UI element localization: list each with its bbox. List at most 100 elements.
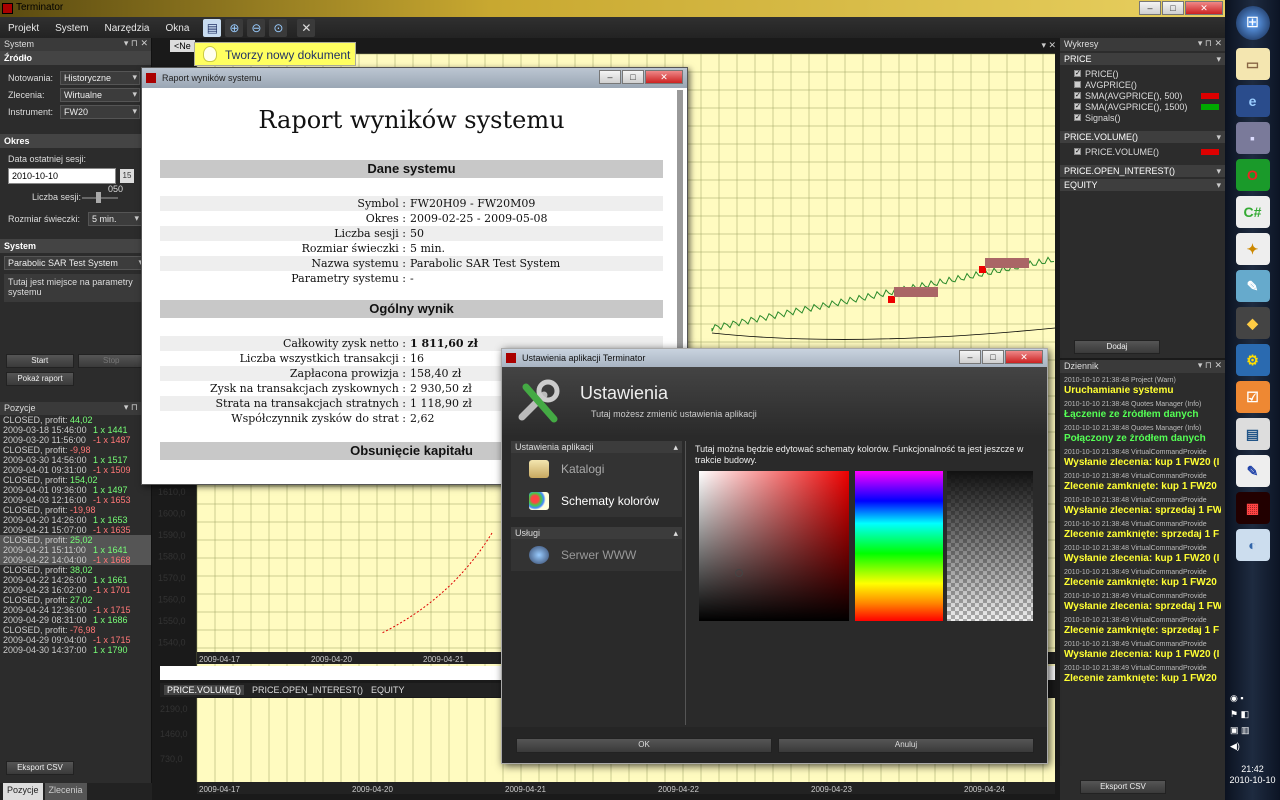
calendar-icon[interactable]: 15 [120, 168, 134, 183]
checkbox-icon[interactable]: ✓ [1074, 70, 1081, 77]
cancel-button[interactable]: Anuluj [778, 738, 1034, 753]
hue-slider[interactable] [855, 471, 943, 621]
checkbox-icon[interactable]: ✓ [1074, 114, 1081, 121]
series-item[interactable]: ✓ PRICE() [1060, 68, 1225, 79]
nav-item-schematy[interactable]: Schematy kolorów [511, 485, 682, 517]
panel-controls-icon[interactable]: ▾ ⊓ ✕ [124, 38, 148, 49]
position-item[interactable]: CLOSED, profit: 25,02 2009-04-21 15:11:00… [0, 535, 151, 565]
stop-button[interactable]: Stop [77, 354, 145, 368]
position-qty: 1 x 1661 [93, 575, 128, 585]
app-tool-icon[interactable]: ◆ [1235, 307, 1270, 339]
color-swatch[interactable] [1201, 103, 1219, 110]
instrument-select[interactable]: FW20 [60, 104, 140, 119]
internet-explorer-icon[interactable]: e [1235, 85, 1270, 117]
checkbox-icon[interactable]: ✓ [1074, 92, 1081, 99]
series-item[interactable]: ✓ SMA(AVGPRICE(), 500) [1060, 90, 1225, 101]
clock-time[interactable]: 21:42 [1225, 764, 1280, 775]
panel-controls-icon[interactable]: ▾ ⊓ ✕ [1198, 360, 1222, 371]
zoom-in-icon[interactable]: ⊕ [225, 19, 244, 37]
position-item[interactable]: CLOSED, profit: -19,98 2009-04-20 14:26:0… [0, 505, 151, 535]
nav-item-www[interactable]: Serwer WWW [511, 539, 682, 571]
position-qty: -1 x 1715 [93, 605, 131, 615]
ok-button[interactable]: OK [516, 738, 772, 753]
open-interest-header[interactable]: PRICE.OPEN_INTEREST() [1060, 165, 1225, 177]
zoom-fit-icon[interactable]: ⊙ [269, 19, 288, 37]
date-label: 2009-04-17 [199, 785, 240, 794]
close-icon[interactable]: ✕ [1005, 350, 1043, 364]
volume-header[interactable]: PRICE.VOLUME() [1060, 131, 1225, 143]
drawing-icon[interactable]: ✎ [1235, 455, 1270, 487]
nav-item-katalogi[interactable]: Katalogi [511, 453, 682, 485]
menu-okna[interactable]: Okna [158, 23, 198, 34]
chart-panel-controls-icon[interactable]: ▾ ✕ [1041, 40, 1056, 51]
add-button[interactable]: Dodaj [1074, 340, 1160, 354]
checkbox-icon[interactable] [1074, 81, 1081, 88]
position-item[interactable]: CLOSED, profit: 27,02 2009-04-24 12:36:00… [0, 595, 151, 625]
series-item[interactable]: AVGPRICE() [1060, 79, 1225, 90]
explorer-icon[interactable]: ▭ [1235, 48, 1270, 80]
subchart-tab[interactable]: PRICE.VOLUME() [164, 685, 245, 695]
document-tab[interactable]: <Ne [170, 40, 195, 52]
subchart-tab[interactable]: PRICE.OPEN_INTEREST() [252, 685, 363, 695]
alpha-slider[interactable] [947, 471, 1033, 621]
position-item[interactable]: CLOSED, profit: 154,02 2009-04-01 09:36:0… [0, 475, 151, 505]
dziennik-export-button[interactable]: Eksport CSV [1080, 780, 1166, 794]
tray-icons[interactable]: ◉ ▪ ⚑ ◧ ▣ ▥ ◀) [1230, 690, 1275, 754]
terminator-icon[interactable]: ▦ [1235, 492, 1270, 524]
show-report-button[interactable]: Pokaż raport [6, 372, 74, 386]
tab-pozycje[interactable]: Pozycje [3, 783, 43, 800]
nav-group-ustawienia[interactable]: Ustawienia aplikacji ▴ [511, 441, 682, 453]
zoom-out-icon[interactable]: ⊖ [247, 19, 266, 37]
position-item[interactable]: CLOSED, profit: -9,98 2009-03-30 14:56:00… [0, 445, 151, 475]
start-orb-icon[interactable]: ⊞ [1235, 6, 1270, 40]
checklist-icon[interactable]: ☑ [1235, 381, 1270, 413]
menu-system[interactable]: System [47, 23, 96, 34]
zlecenia-select[interactable]: Wirtualne [60, 87, 140, 102]
notepad-icon[interactable]: ✎ [1235, 270, 1270, 302]
start-button[interactable]: Start [6, 354, 74, 368]
series-item[interactable]: ✓ Signals() [1060, 112, 1225, 123]
position-item[interactable]: CLOSED, profit: 44,02 2009-03-18 15:46:00… [0, 415, 151, 445]
price-header[interactable]: PRICE [1060, 53, 1225, 65]
new-document-icon[interactable]: ▤ [203, 19, 222, 37]
position-item[interactable]: CLOSED, profit: 38,02 2009-04-22 14:26:00… [0, 565, 151, 595]
color-saturation-picker[interactable] [699, 471, 849, 621]
panel-controls-icon[interactable]: ▾ ⊓ ✕ [1198, 38, 1222, 49]
position-item[interactable]: CLOSED, profit: -76,98 2009-04-29 09:04:0… [0, 625, 151, 655]
series-item[interactable]: ✓ SMA(AVGPRICE(), 1500) [1060, 101, 1225, 112]
opera-icon[interactable]: O [1235, 159, 1270, 191]
minimize-icon[interactable]: – [599, 70, 621, 84]
document-icon[interactable]: ▤ [1235, 418, 1270, 450]
subchart-tab[interactable]: EQUITY [371, 685, 405, 695]
nav-group-uslugi[interactable]: Usługi ▴ [511, 527, 682, 539]
checkbox-icon[interactable]: ✓ [1074, 103, 1081, 110]
color-swatch[interactable] [1201, 148, 1219, 155]
checkbox-icon[interactable]: ✓ [1074, 148, 1081, 155]
close-icon[interactable]: ✕ [645, 70, 683, 84]
maximize-icon[interactable]: □ [1162, 1, 1184, 15]
paint-palette-icon[interactable]: ◐ [1235, 529, 1270, 561]
menu-projekt[interactable]: Projekt [0, 23, 47, 34]
data-sesji-input[interactable]: 2010-10-10 [8, 167, 116, 184]
save-disk-icon[interactable]: ▪ [1235, 122, 1270, 154]
settings-gears-icon[interactable]: ⚙ [1235, 344, 1270, 376]
maximize-icon[interactable]: □ [982, 350, 1004, 364]
csharp-icon[interactable]: C# [1235, 196, 1270, 228]
system-select[interactable]: Parabolic SAR Test System [4, 256, 146, 270]
position-profit: -76,98 [70, 625, 96, 635]
menu-narzedzia[interactable]: Narzędzia [96, 23, 157, 34]
paint-icon[interactable]: ✦ [1235, 233, 1270, 265]
rozmiar-select[interactable]: 5 min. [88, 211, 142, 226]
minimize-icon[interactable]: – [1139, 1, 1161, 15]
color-swatch[interactable] [1201, 92, 1219, 99]
series-volume[interactable]: ✓ PRICE.VOLUME() [1060, 146, 1225, 157]
minimize-icon[interactable]: – [959, 350, 981, 364]
tab-zlecenia[interactable]: Zlecenia [44, 783, 87, 800]
clock-date[interactable]: 2010-10-10 [1225, 775, 1280, 786]
equity-header[interactable]: EQUITY [1060, 179, 1225, 191]
tools-icon[interactable]: ✕ [297, 19, 316, 37]
export-csv-button[interactable]: Eksport CSV [6, 761, 74, 775]
close-icon[interactable]: ✕ [1185, 1, 1223, 15]
maximize-icon[interactable]: □ [622, 70, 644, 84]
notowania-select[interactable]: Historyczne [60, 70, 140, 85]
